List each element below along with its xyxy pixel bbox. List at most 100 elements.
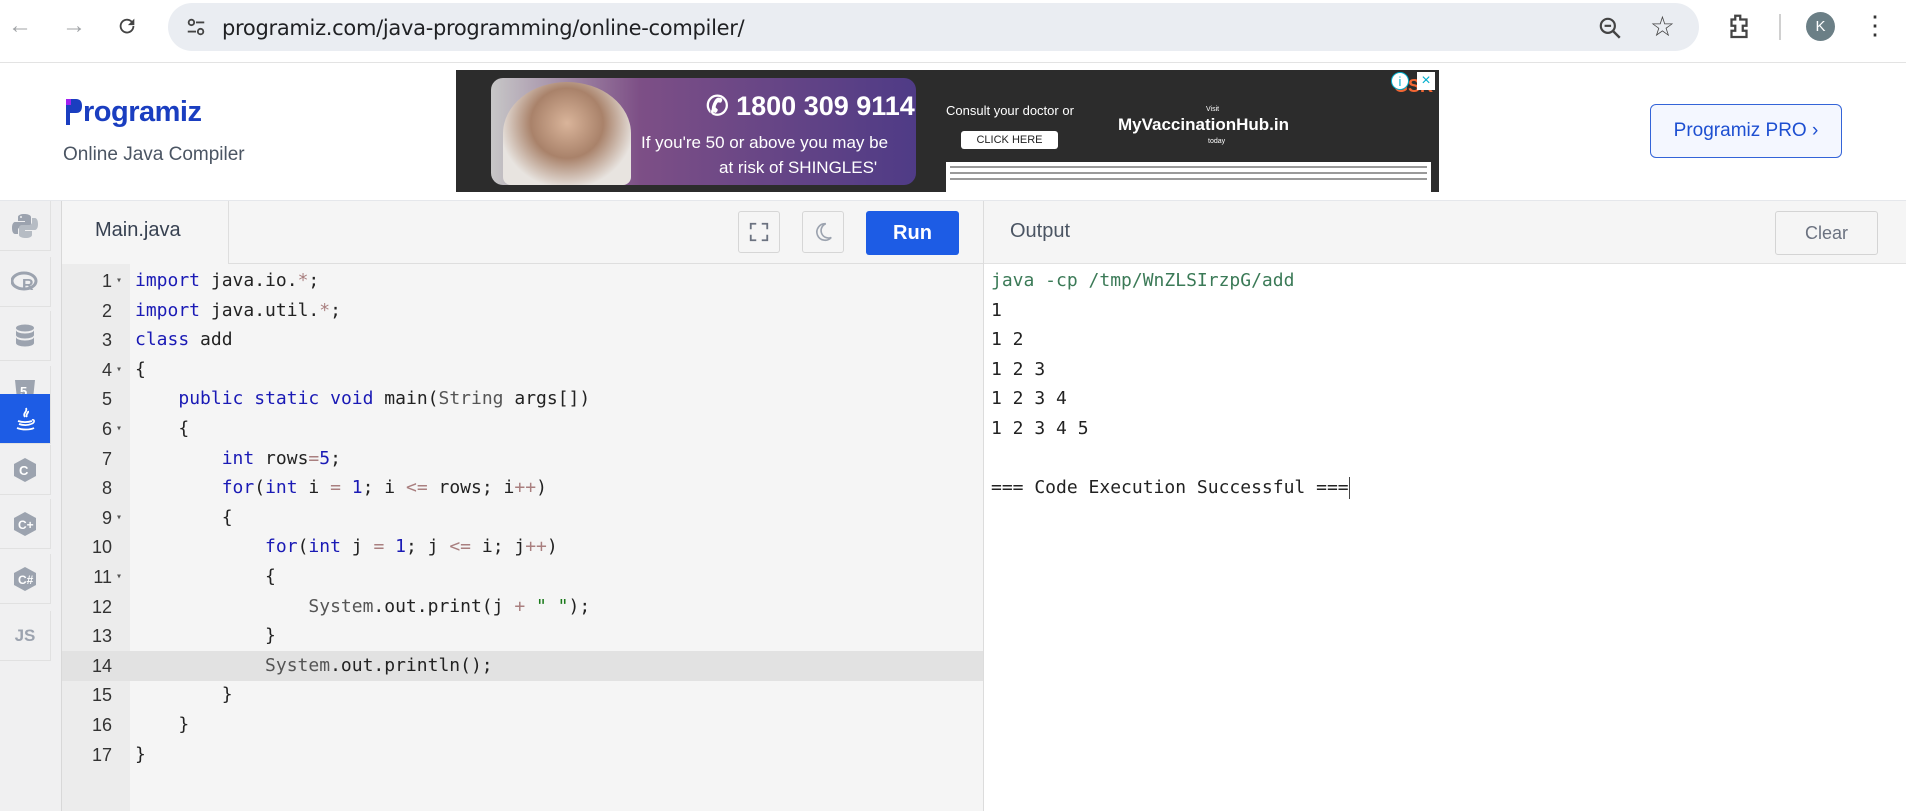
sidebar-item-python[interactable] xyxy=(0,201,51,251)
logo-mark-icon xyxy=(66,99,82,125)
sidebar-item-r[interactable]: R xyxy=(0,257,51,307)
output-line: 1 2 xyxy=(991,329,1024,351)
code-text: public static void main(String args[]) xyxy=(178,388,591,410)
code-text: { xyxy=(135,566,276,587)
js-icon: JS xyxy=(14,625,36,645)
output-command-line: java -cp /tmp/WnZLSIrzpG/add xyxy=(991,270,1295,291)
dark-mode-toggle[interactable] xyxy=(802,211,844,253)
code-line[interactable]: 16 } xyxy=(62,710,983,740)
run-button[interactable]: Run xyxy=(866,211,959,255)
line-number: 5 xyxy=(101,389,112,410)
browser-toolbar: ← → programiz.com/java-programming/onlin… xyxy=(0,0,1906,63)
ad-line-1: If you're 50 or above you may be xyxy=(641,133,889,152)
svg-text:C+: C+ xyxy=(18,518,34,532)
code-line[interactable]: 8 for(int i = 1; i <= rows; i++) xyxy=(62,473,983,503)
code-line[interactable]: 1 ▾ import java.io.*; xyxy=(62,266,983,296)
line-number: 11 xyxy=(93,567,112,587)
programiz-pro-button[interactable]: Programiz PRO › xyxy=(1650,104,1842,158)
code-line[interactable]: 9 ▾ { xyxy=(62,503,983,533)
code-line[interactable]: 14 System.out.println(); xyxy=(62,650,983,681)
code-line[interactable]: 10 for(int j = 1; j <= i; j++) xyxy=(62,532,983,562)
line-number: 16 xyxy=(91,715,112,735)
csharp-icon: C# xyxy=(14,566,36,591)
logo-text: rogramiz xyxy=(83,95,202,128)
sidebar-item-csharp[interactable]: C# xyxy=(0,554,51,604)
sidebar-item-sql[interactable] xyxy=(0,311,51,361)
code-text: } xyxy=(135,684,233,706)
ad-click-button[interactable]: CLICK HERE xyxy=(961,131,1058,149)
ad-phone-number: ✆ 1800 309 9114 xyxy=(706,91,915,121)
fold-arrow-icon[interactable]: ▾ xyxy=(116,503,122,533)
fold-arrow-icon[interactable]: ▾ xyxy=(116,562,122,592)
back-icon[interactable]: ← xyxy=(4,10,36,42)
r-language-icon: R xyxy=(11,271,38,294)
code-line[interactable]: 13 } xyxy=(62,621,983,651)
programiz-logo[interactable]: rogramiz xyxy=(63,95,202,129)
output-line: 1 2 3 xyxy=(991,358,1046,380)
code-text: } xyxy=(135,743,146,765)
forward-icon[interactable]: → xyxy=(58,10,90,42)
zoom-icon[interactable] xyxy=(1597,15,1623,41)
code-line[interactable]: 12 System.out.print(j + " "); xyxy=(62,592,983,622)
code-line[interactable]: 4 ▾ { xyxy=(62,355,983,385)
sidebar-item-c[interactable]: C xyxy=(0,445,51,495)
ad-brand-text: MyVaccinationHub.in xyxy=(1118,115,1289,134)
code-line[interactable]: 6 ▾ { xyxy=(62,414,983,444)
code-text: { xyxy=(135,506,233,528)
database-icon xyxy=(16,324,34,346)
ad-visit-text: Visit xyxy=(1206,106,1220,113)
code-text: } xyxy=(135,714,190,735)
bookmark-star-icon[interactable]: ☆ xyxy=(1650,13,1675,41)
ad-fine-print xyxy=(946,162,1431,192)
svg-text:R: R xyxy=(22,277,34,294)
fullscreen-button[interactable] xyxy=(738,211,780,253)
editor-toolbar: Main.java Run xyxy=(62,201,983,264)
menu-kebab-icon[interactable]: ⋮ xyxy=(1862,11,1888,39)
code-text: } xyxy=(135,625,276,647)
url-text[interactable]: programiz.com/java-programming/online-co… xyxy=(222,16,745,40)
tab-main-java[interactable]: Main.java xyxy=(62,201,229,264)
line-number: 2 xyxy=(101,300,112,321)
code-text-area[interactable]: 1 ▾ import java.io.*; 2 import java.util.*; 3… xyxy=(62,264,983,811)
code-line[interactable]: 15 } xyxy=(62,680,983,710)
sidebar-item-js[interactable]: JS xyxy=(0,611,51,661)
site-header: rogramiz Online Java Compiler ✆ 1800 309… xyxy=(0,63,1906,201)
sidebar-item-cpp[interactable]: C+ xyxy=(0,499,51,549)
extensions-icon[interactable] xyxy=(1724,12,1754,42)
reload-icon[interactable] xyxy=(111,10,143,42)
code-line[interactable]: 17} xyxy=(62,740,983,770)
line-number: 15 xyxy=(91,685,112,706)
line-number: 6 xyxy=(101,419,112,439)
output-panel: Output Clear java -cp /tmp/WnZLSIrzpG/ad… xyxy=(983,201,1906,811)
moon-icon xyxy=(816,222,832,242)
ad-close-icon[interactable]: × xyxy=(1417,72,1435,90)
code-line[interactable]: 11 ▾ { xyxy=(62,562,983,592)
line-number: 9 xyxy=(101,507,112,528)
code-line[interactable]: 7 int rows=5; xyxy=(62,444,983,474)
fold-arrow-icon[interactable]: ▾ xyxy=(116,266,122,296)
code-line[interactable]: 3 class add xyxy=(62,325,983,355)
fold-arrow-icon[interactable]: ▾ xyxy=(116,414,122,444)
code-line[interactable]: 2 import java.util.*; xyxy=(62,296,983,326)
code-text: class add xyxy=(135,329,233,351)
output-line: === Code Execution Successful === xyxy=(991,477,1350,500)
clear-button[interactable]: Clear xyxy=(1775,211,1878,255)
ad-info-icon[interactable]: i xyxy=(1391,72,1409,90)
output-line: 1 2 3 4 5 xyxy=(991,418,1089,439)
code-text: { xyxy=(135,418,190,439)
svg-text:C#: C# xyxy=(18,573,34,587)
code-text: import java.io.*; xyxy=(135,270,320,291)
ad-line-2: at risk of SHINGLES' xyxy=(719,158,878,177)
site-settings-icon[interactable] xyxy=(185,16,207,38)
output-line: 1 2 3 4 xyxy=(991,388,1067,410)
java-icon xyxy=(16,407,35,430)
advertisement-banner[interactable]: ✆ 1800 309 9114 If you're 50 or above yo… xyxy=(456,70,1439,192)
sidebar-item-java[interactable] xyxy=(0,394,51,444)
code-line[interactable]: 5 public static void main(String args[]) xyxy=(62,384,983,414)
fold-arrow-icon[interactable]: ▾ xyxy=(116,355,122,385)
line-number: 12 xyxy=(91,596,112,617)
profile-avatar[interactable]: K xyxy=(1806,12,1835,41)
line-number: 4 xyxy=(101,359,112,380)
address-bar[interactable]: programiz.com/java-programming/online-co… xyxy=(168,3,1699,51)
line-number: 17 xyxy=(91,744,112,765)
